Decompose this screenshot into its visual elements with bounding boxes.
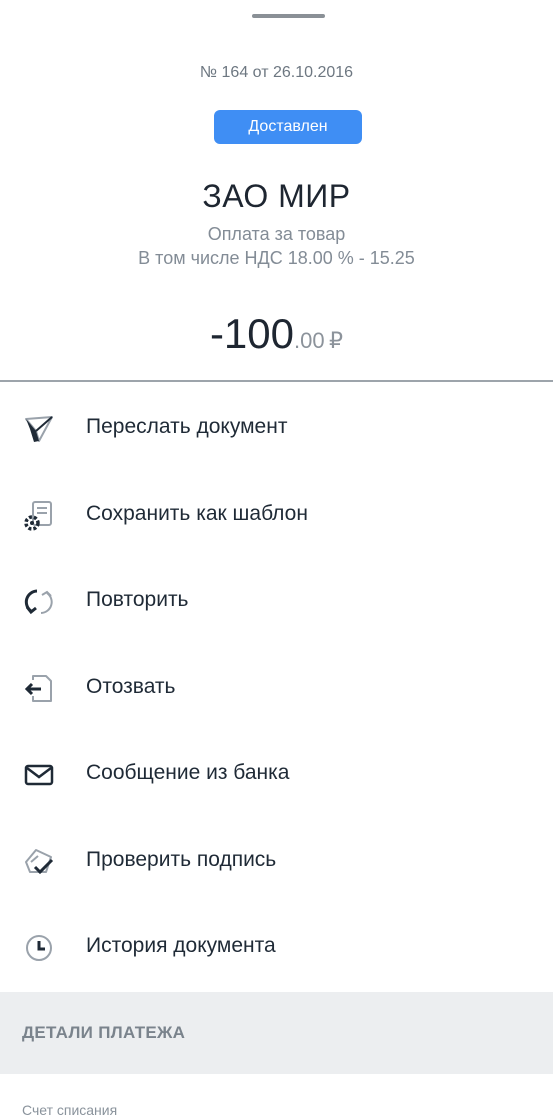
verify-signature-icon <box>25 848 54 874</box>
action-label: Сообщение из банка <box>86 761 290 784</box>
debit-account-label: Счет списания <box>22 1102 118 1118</box>
action-label: Проверить подпись <box>86 847 277 871</box>
send-icon <box>25 416 53 442</box>
document-number: № 164 от 26.10.2016 <box>199 64 354 81</box>
status-badge: Доставлен <box>214 110 362 144</box>
divider <box>0 380 553 382</box>
history-icon <box>26 935 52 961</box>
action-label: Повторить <box>86 588 189 611</box>
action-revoke[interactable]: Отозвать <box>0 644 553 731</box>
amount-integer: -100 <box>209 310 294 357</box>
currency-symbol: ₽ <box>329 328 344 353</box>
vat-info: В том числе НДС 18.00 % - 15.25 <box>138 248 415 268</box>
action-document-history[interactable]: История документа <box>0 903 553 990</box>
action-forward-document[interactable]: Переслать документ <box>0 384 553 471</box>
payment-purpose: Оплата за товар <box>207 224 346 244</box>
repeat-icon <box>24 589 53 615</box>
drag-handle[interactable] <box>252 14 325 18</box>
payment-details-header: ДЕТАЛИ ПЛАТЕЖА <box>0 992 553 1074</box>
amount-fraction: .00 <box>294 328 325 353</box>
action-label: Отозвать <box>86 674 176 698</box>
revoke-icon <box>24 674 52 702</box>
action-verify-signature[interactable]: Проверить подпись <box>0 817 553 904</box>
save-template-icon <box>24 500 52 531</box>
action-repeat[interactable]: Повторить <box>0 557 553 644</box>
action-label: Сохранить как шаблон <box>86 501 308 525</box>
section-title: ДЕТАЛИ ПЛАТЕЖА <box>22 1023 186 1042</box>
actions-list: Переслать документ Сохранить как шаблон … <box>0 384 553 990</box>
mail-icon <box>24 764 54 786</box>
action-label: История документа <box>86 934 276 957</box>
company-name: ЗАО МИР <box>202 178 351 214</box>
payment-amount: -100.00 ₽ <box>0 310 553 358</box>
action-bank-message[interactable]: Сообщение из банка <box>0 730 553 817</box>
action-save-template[interactable]: Сохранить как шаблон <box>0 471 553 558</box>
action-label: Переслать документ <box>86 415 288 438</box>
